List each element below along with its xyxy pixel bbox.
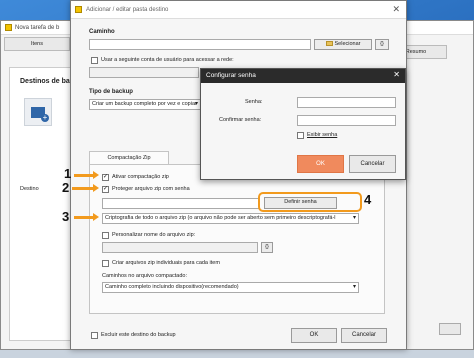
annotation-3: 3 [62,209,70,224]
zip-password-field[interactable] [102,198,260,209]
app-icon [5,24,12,31]
ok-button[interactable]: OK [291,328,337,343]
main-window-title: Nova tarefa de b [15,24,60,31]
password-dialog-title: Configurar senha [201,69,405,83]
annotation-1: 1 [64,166,72,181]
password-cancel-button[interactable]: Cancelar [349,155,396,173]
folder-icon [325,41,333,47]
protect-zip-label: Proteger arquivo zip com senha [112,186,190,192]
custom-name-label: Personalizar nome do arquivo zip: [112,232,196,238]
password-input[interactable] [297,97,396,108]
define-password-highlight [258,192,362,212]
confirm-password-label: Confirmar senha: [219,117,262,123]
password-label: Senha: [245,99,263,105]
password-ok-button[interactable]: OK [297,155,344,173]
annotation-4: 4 [364,192,372,207]
paths-in-archive-label: Caminhos no arquivo compactado: [102,273,187,279]
show-password-checkbox[interactable] [297,132,304,139]
network-account-checkbox[interactable] [91,57,98,64]
network-account-label: Usar a seguinte conta de usuário para ac… [101,57,234,63]
annotation-arrow-1 [74,171,99,179]
folder-add-icon [31,106,49,122]
network-account-field[interactable] [89,67,199,78]
confirm-password-input[interactable] [297,115,396,126]
individual-zip-checkbox[interactable] [102,260,109,267]
enable-zip-checkbox[interactable] [102,174,109,181]
tab-itens[interactable]: Itens [4,37,70,51]
tab-zip-compression[interactable]: Compactação Zip [89,151,169,165]
dialog-close-icon[interactable]: ✕ [392,4,400,15]
password-dialog-close-icon[interactable]: ✕ [393,70,400,79]
custom-name-input[interactable] [102,242,258,253]
dialog-titlebar: Adicionar / editar pasta destino [71,1,406,19]
set-password-dialog: Configurar senha ✕ Senha: Confirmar senh… [200,68,406,180]
annotation-2: 2 [62,180,70,195]
main-window-side-button[interactable] [439,323,461,335]
annotation-arrow-2 [72,184,99,192]
dialog-app-icon [75,6,82,13]
destination-column-header: Destino [20,186,39,192]
dialog-title: Adicionar / editar pasta destino [86,6,169,13]
select-button-label: Selecionar [334,41,361,47]
custom-name-braces-button[interactable]: {} [261,242,273,253]
path-label: Caminho [89,29,115,35]
custom-name-checkbox[interactable] [102,232,109,239]
path-braces-button[interactable]: {} [375,39,389,50]
protect-zip-checkbox[interactable] [102,186,109,193]
show-password-label: Exibir senha [307,132,338,138]
backup-type-label: Tipo de backup [89,89,133,95]
path-input[interactable] [89,39,311,50]
encryption-select[interactable]: Criptografia de todo o arquivo zip (o ar… [102,213,359,224]
annotation-arrow-3 [74,213,99,221]
enable-zip-label: Ativar compactação zip [112,174,169,180]
exclude-destination-checkbox[interactable] [91,332,98,339]
add-destination-button[interactable] [24,98,52,126]
exclude-destination-label: Excluir este destino do backup [101,332,176,338]
paths-in-archive-select[interactable]: Caminho completo incluindo dispositivo(r… [102,282,359,293]
cancel-button[interactable]: Cancelar [341,328,387,343]
backup-type-select[interactable]: Criar um backup completo por vez e copia… [89,99,201,110]
individual-zip-label: Criar arquivos zip individuais para cada… [112,260,220,266]
select-folder-button[interactable]: Selecionar [314,39,372,50]
